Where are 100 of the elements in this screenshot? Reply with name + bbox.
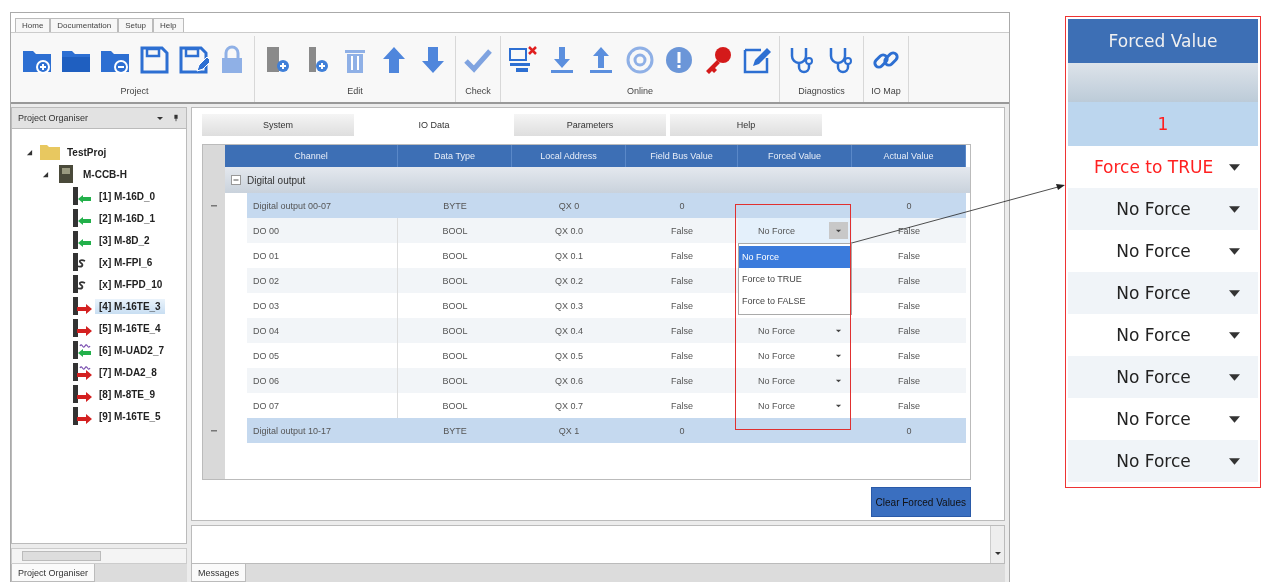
- folder-icon: [39, 142, 61, 162]
- table-cell-text: False: [897, 349, 921, 363]
- table-cell: False: [626, 368, 738, 393]
- caret-icon: [1229, 373, 1240, 381]
- horizontal-scrollbar[interactable]: [11, 548, 187, 564]
- caret-icon: [835, 402, 842, 409]
- expander-icon[interactable]: [26, 148, 33, 156]
- output-module-icon: [71, 406, 93, 426]
- analog-output-module-icon: [71, 362, 93, 382]
- vertical-scrollbar[interactable]: [990, 525, 1004, 564]
- table-cell: False: [626, 268, 738, 293]
- force-dropdown[interactable]: No Force: [738, 343, 852, 368]
- dropdown-option[interactable]: Force to FALSE: [739, 290, 851, 312]
- table-cell: 0: [626, 193, 738, 218]
- tree-item[interactable]: [8] M-8TE_9: [95, 386, 160, 402]
- force-dropdown[interactable]: No Force: [738, 218, 852, 243]
- column-header[interactable]: Forced Value: [738, 145, 852, 167]
- floppy-pencil-icon[interactable]: [177, 44, 209, 76]
- pin-icon[interactable]: [172, 114, 180, 122]
- clear-forced-values-button[interactable]: Clear Forced Values: [870, 487, 971, 517]
- table-cell: BOOL: [398, 318, 512, 343]
- table-cell: BYTE: [398, 418, 512, 443]
- tree-item[interactable]: [4] M-16TE_3: [95, 298, 165, 314]
- output-module-icon: [71, 318, 93, 338]
- editor-tab[interactable]: Parameters: [514, 114, 666, 136]
- table-cell: QX 1: [512, 418, 626, 443]
- table-cell-text: BOOL: [441, 249, 469, 263]
- ribbon-group-label: IO Map: [871, 86, 901, 96]
- panel-tab[interactable]: Messages: [191, 564, 247, 582]
- table-cell-text: QX 0.3: [554, 299, 584, 313]
- collapse-icon[interactable]: [231, 175, 241, 185]
- tree-item[interactable]: [7] M-DA2_8: [95, 364, 161, 380]
- table-cell-text: False: [897, 399, 921, 413]
- caret-icon: [835, 352, 842, 359]
- dropdown-option[interactable]: No Force: [739, 246, 851, 268]
- table-cell-text: False: [670, 249, 694, 263]
- table-cell: QX 0.4: [512, 318, 626, 343]
- table-cell: BOOL: [398, 218, 512, 243]
- table-cell-text: False: [670, 399, 694, 413]
- table-cell: False: [626, 218, 738, 243]
- menu-tab[interactable]: Help: [153, 18, 184, 32]
- dropdown-arrow-icon[interactable]: [156, 114, 164, 122]
- tree-item[interactable]: [1] M-16D_0: [95, 188, 160, 204]
- forced-value-text: No Force: [1115, 409, 1192, 429]
- column-header[interactable]: Data Type: [398, 145, 512, 167]
- info-circle-icon[interactable]: [663, 44, 695, 76]
- caret-icon: [1229, 331, 1240, 339]
- table-cell: DO 00: [247, 218, 398, 243]
- caret-icon: [829, 222, 848, 239]
- menu-tab[interactable]: Home: [15, 18, 51, 32]
- scroll-down-icon[interactable]: [993, 549, 1002, 558]
- column-header[interactable]: Actual Value: [852, 145, 966, 167]
- table-cell-text: False: [897, 249, 921, 263]
- input-module-icon: [71, 208, 93, 228]
- menu-tab[interactable]: Setup: [118, 18, 154, 32]
- panel-tab[interactable]: Project Organiser: [11, 564, 96, 582]
- table-cell: 0: [626, 418, 738, 443]
- dropdown-option[interactable]: Force to TRUE: [739, 268, 851, 290]
- table-cell-text: BOOL: [441, 399, 469, 413]
- editor-tab[interactable]: Help: [670, 114, 822, 136]
- tree-item[interactable]: [x] M-FPD_10: [95, 276, 167, 292]
- force-dropdown[interactable]: No Force: [738, 318, 852, 343]
- tree-item[interactable]: [2] M-16D_1: [95, 210, 160, 226]
- force-dropdown[interactable]: No Force: [738, 368, 852, 393]
- caret-icon: [1229, 289, 1240, 297]
- table-cell-text: QX 0.1: [554, 249, 584, 263]
- column-header[interactable]: Local Address: [512, 145, 626, 167]
- force-dropdown[interactable]: No Force: [738, 393, 852, 418]
- table-cell-text: False: [897, 299, 921, 313]
- tree-item[interactable]: [9] M-16TE_5: [95, 408, 165, 424]
- expander-icon[interactable]: [42, 170, 49, 178]
- table-cell-text: BOOL: [441, 299, 469, 313]
- table-cell: BOOL: [398, 368, 512, 393]
- caret-icon: [1229, 163, 1240, 171]
- tree-item[interactable]: [x] M-FPI_6: [95, 254, 157, 270]
- table-cell: QX 0: [512, 193, 626, 218]
- column-header[interactable]: Field Bus Value: [626, 145, 738, 167]
- editor-tab[interactable]: System: [202, 114, 354, 136]
- menu-tab[interactable]: Documentation: [50, 18, 119, 32]
- tree-item[interactable]: [5] M-16TE_4: [95, 320, 165, 336]
- tree-item[interactable]: [3] M-8D_2: [95, 232, 154, 248]
- table-cell: False: [852, 268, 966, 293]
- column-header[interactable]: Channel: [225, 145, 398, 167]
- ribbon-group-label: Check: [465, 86, 491, 96]
- tree-item[interactable]: M-CCB-H: [79, 166, 131, 182]
- tree-item[interactable]: TestProj: [63, 144, 111, 160]
- table-cell: 1: [1068, 102, 1258, 146]
- input-module-icon: [71, 230, 93, 250]
- column-header: Forced Value: [1068, 19, 1258, 63]
- table-cell: 0: [852, 418, 966, 443]
- caret-icon: [1229, 457, 1240, 465]
- table-cell: False: [852, 318, 966, 343]
- tree-item[interactable]: [6] M-UAD2_7: [95, 342, 168, 358]
- group-row[interactable]: Digital output: [225, 167, 970, 193]
- table-cell: False: [852, 218, 966, 243]
- caret-icon: [835, 327, 842, 334]
- ribbon-group-label: Online: [627, 86, 653, 96]
- table-cell: False: [626, 318, 738, 343]
- table-cell: QX 0.2: [512, 268, 626, 293]
- table-cell: 0: [852, 193, 966, 218]
